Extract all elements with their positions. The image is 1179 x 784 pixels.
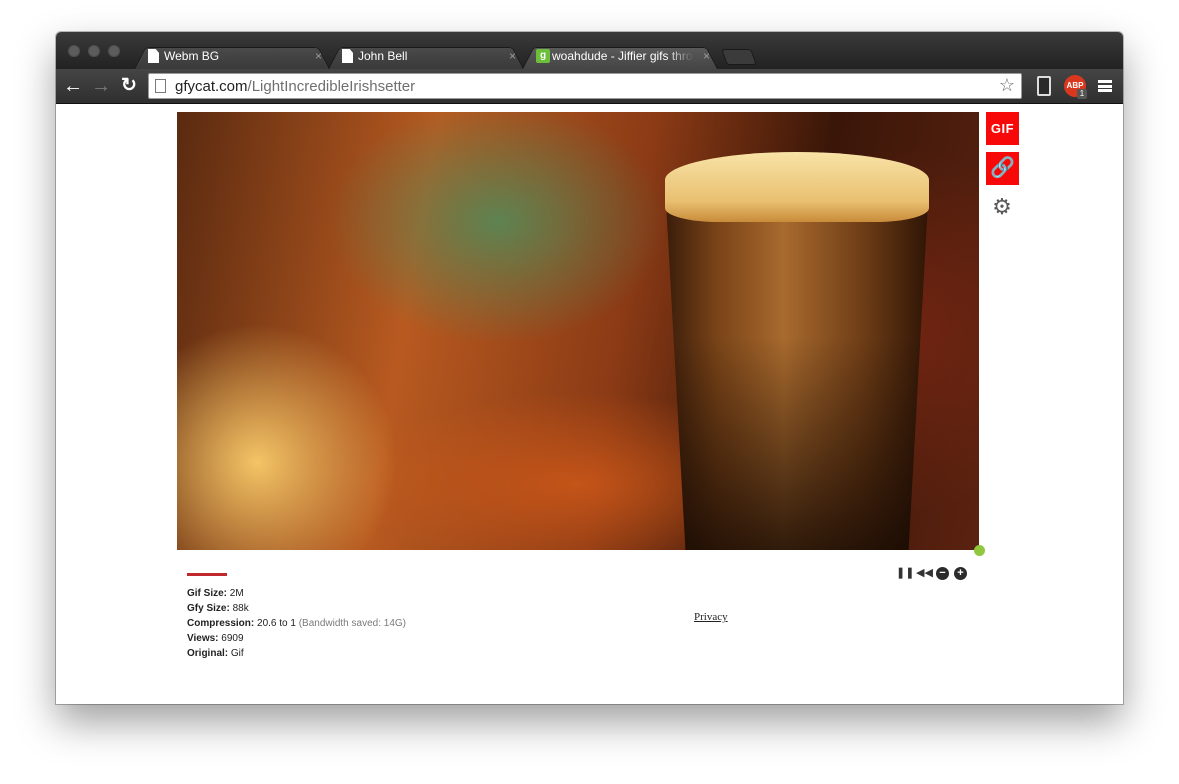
address-bar[interactable]: gfycat.com/LightIncredibleIrishsetter ☆ bbox=[148, 73, 1022, 99]
stat-compression: Compression: 20.6 to 1 (Bandwidth saved:… bbox=[187, 616, 406, 631]
pause-icon[interactable]: ❚❚ bbox=[896, 567, 914, 580]
stat-views: Views: 6909 bbox=[187, 631, 406, 646]
stat-gif-size: Gif Size: 2M bbox=[187, 586, 406, 601]
tab-close-icon[interactable]: × bbox=[509, 43, 516, 69]
page-icon bbox=[148, 49, 159, 63]
link-icon[interactable]: 🔗 bbox=[986, 152, 1019, 185]
url-path: /LightIncredibleIrishsetter bbox=[247, 78, 416, 95]
stat-label: Gif Size: bbox=[187, 588, 228, 599]
close-window-button[interactable] bbox=[68, 45, 80, 57]
privacy-link[interactable]: Privacy bbox=[694, 611, 728, 623]
extension-icon[interactable] bbox=[1037, 76, 1051, 96]
page-icon bbox=[155, 79, 166, 93]
stat-label: Gfy Size: bbox=[187, 603, 230, 614]
stat-label: Compression: bbox=[187, 618, 255, 629]
stats-divider bbox=[187, 573, 227, 576]
stat-label: Original: bbox=[187, 648, 229, 659]
stat-value: 2M bbox=[229, 588, 244, 599]
browser-window: Webm BG × John Bell × g woahdude - Jiffi… bbox=[56, 32, 1123, 704]
gear-icon[interactable]: ⚙ bbox=[990, 195, 1014, 219]
page-content: GIF 🔗 ⚙ Gif Size: 2M Gfy Size: 88k Compr… bbox=[56, 104, 1123, 704]
stat-value: 6909 bbox=[221, 633, 244, 644]
tab-title: woahdude - Jiffier gifs through HTML5 vi… bbox=[552, 49, 694, 63]
tab-title: Webm BG bbox=[164, 49, 220, 63]
tab-woahdude[interactable]: g woahdude - Jiffier gifs through HTML5 … bbox=[522, 43, 718, 69]
gif-stats: Gif Size: 2M Gfy Size: 88k Compression: … bbox=[187, 586, 406, 661]
stat-value: 20.6 to 1 bbox=[257, 618, 296, 629]
tab-close-icon[interactable]: × bbox=[703, 43, 710, 69]
adblock-count-badge: 1 bbox=[1077, 89, 1087, 99]
tab-john-bell[interactable]: John Bell × bbox=[328, 43, 524, 69]
browser-toolbar: ← → ↻ gfycat.com/LightIncredibleIrishset… bbox=[56, 69, 1123, 104]
forward-arrow-icon[interactable]: → bbox=[90, 74, 112, 98]
tab-close-icon[interactable]: × bbox=[315, 43, 322, 69]
slower-minus-icon[interactable]: − bbox=[936, 567, 949, 580]
reload-icon[interactable]: ↻ bbox=[118, 74, 140, 98]
gif-button[interactable]: GIF bbox=[986, 112, 1019, 145]
video-progress-indicator[interactable] bbox=[974, 545, 985, 556]
new-tab-button[interactable] bbox=[724, 49, 754, 65]
rewind-icon[interactable]: ◀◀ bbox=[916, 567, 933, 580]
gfycat-favicon-icon: g bbox=[536, 49, 550, 63]
tab-webm-bg[interactable]: Webm BG × bbox=[134, 43, 330, 69]
bookmark-star-icon[interactable]: ☆ bbox=[999, 75, 1015, 96]
gif-video-player[interactable] bbox=[177, 112, 979, 550]
faster-plus-icon[interactable]: + bbox=[954, 567, 967, 580]
back-arrow-icon[interactable]: ← bbox=[62, 74, 84, 98]
url-text[interactable]: gfycat.com/LightIncredibleIrishsetter bbox=[175, 78, 415, 95]
stat-original: Original: Gif bbox=[187, 646, 406, 661]
stat-gfy-size: Gfy Size: 88k bbox=[187, 601, 406, 616]
page-icon bbox=[342, 49, 353, 63]
tab-title: John Bell bbox=[358, 49, 408, 63]
bandwidth-saved: (Bandwidth saved: 14G) bbox=[298, 618, 406, 629]
video-frame-foam bbox=[665, 152, 929, 222]
stat-label: Views: bbox=[187, 633, 219, 644]
url-domain: gfycat.com bbox=[175, 78, 248, 95]
hamburger-menu-icon[interactable] bbox=[1098, 80, 1112, 92]
zoom-window-button[interactable] bbox=[108, 45, 120, 57]
minimize-window-button[interactable] bbox=[88, 45, 100, 57]
stat-value: 88k bbox=[232, 603, 249, 614]
title-bar: Webm BG × John Bell × g woahdude - Jiffi… bbox=[56, 32, 1123, 69]
stat-value[interactable]: Gif bbox=[231, 648, 244, 659]
